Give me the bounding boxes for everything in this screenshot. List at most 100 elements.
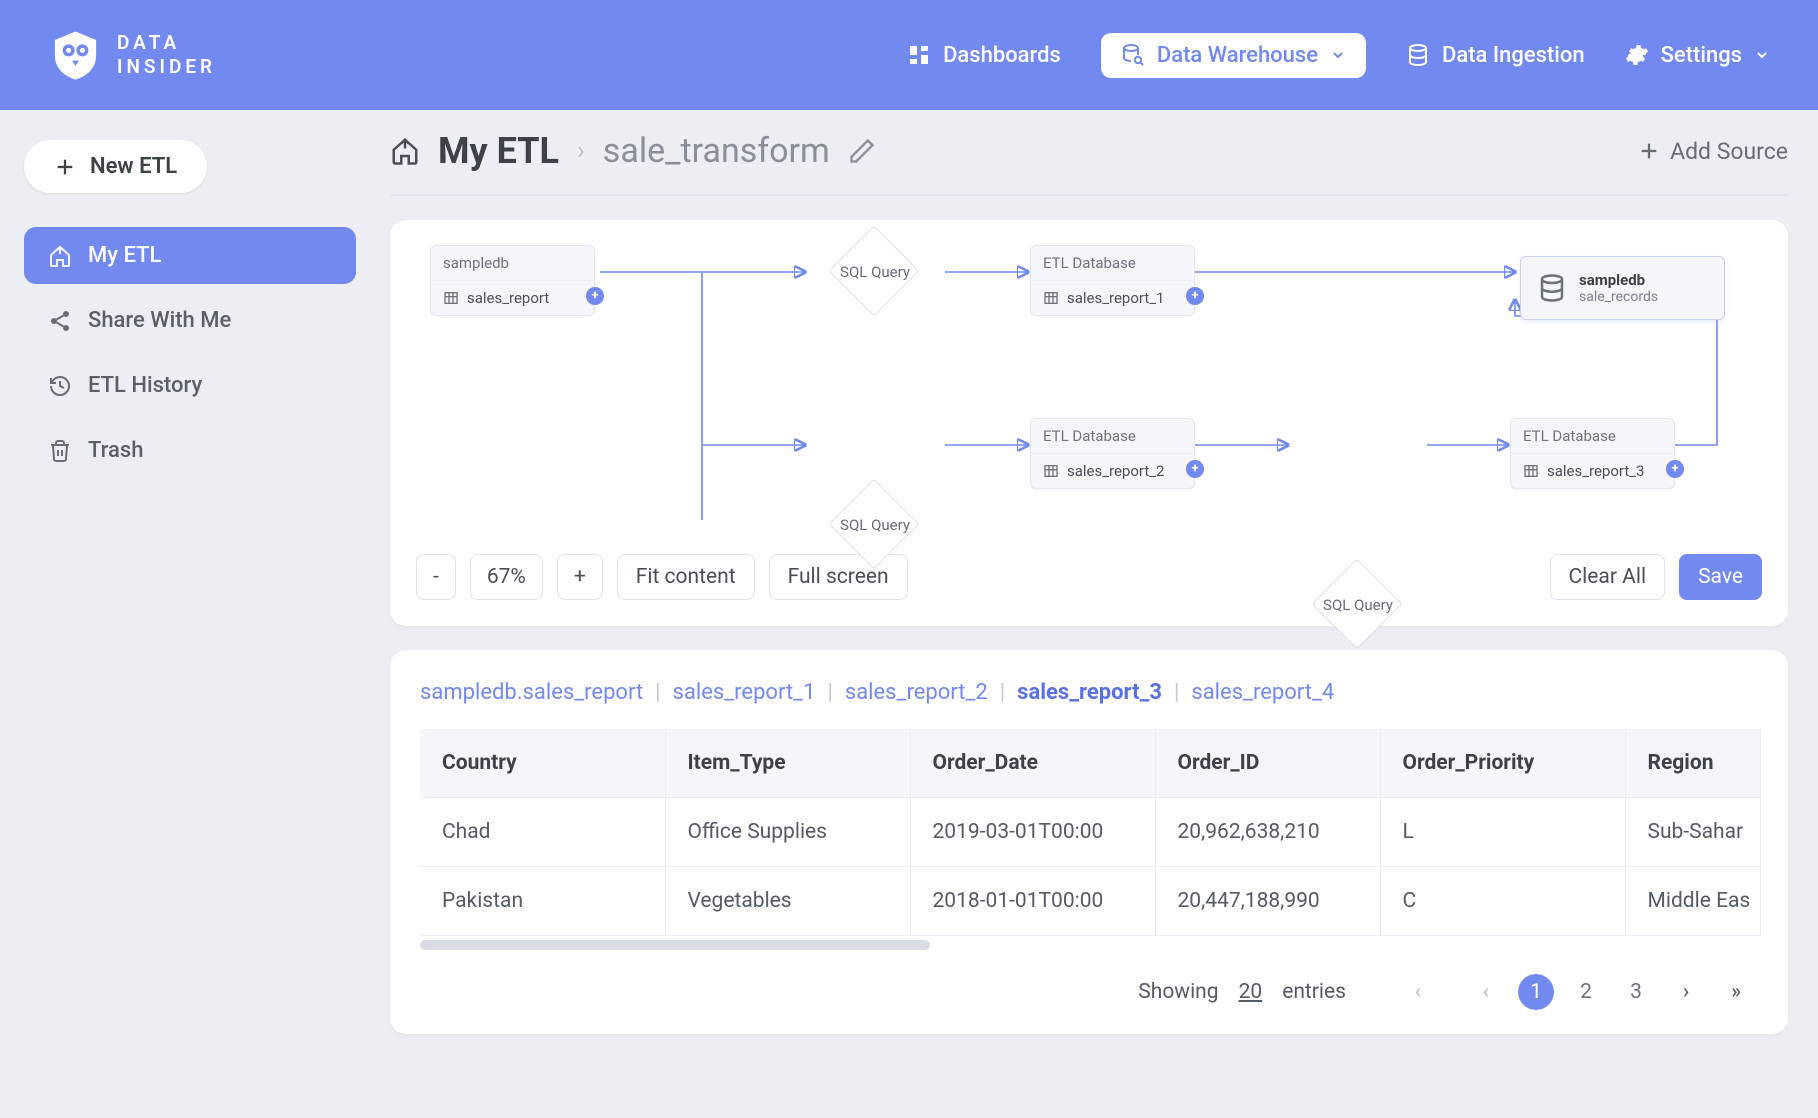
nav-dashboards[interactable]: Dashboards xyxy=(907,43,1061,68)
sidebar-item-history-label: ETL History xyxy=(88,373,202,398)
owl-logo-icon xyxy=(48,28,103,83)
result-table-name: sale_records xyxy=(1579,289,1658,305)
chevron-down-icon xyxy=(1330,47,1346,63)
zoom-out-button[interactable]: - xyxy=(416,554,456,600)
tab-sales_report_1[interactable]: sales_report_1 xyxy=(673,680,816,705)
zoom-level[interactable]: 67% xyxy=(470,554,543,600)
sidebar-item-trash[interactable]: Trash xyxy=(24,422,356,479)
canvas-sql-query-2[interactable]: SQL Query xyxy=(805,485,945,565)
table-icon xyxy=(1523,463,1539,479)
tab-sales_report_3[interactable]: sales_report_3 xyxy=(1017,680,1162,705)
house-upload-icon xyxy=(48,244,72,268)
canvas-sql-query-1[interactable]: SQL Query xyxy=(805,232,945,312)
table-row[interactable]: PakistanVegetables2018-01-01T00:0020,447… xyxy=(420,867,1760,936)
sql-query-1-label: SQL Query xyxy=(805,232,945,312)
db3-table: sales_report_3 xyxy=(1547,462,1644,480)
col-header[interactable]: Item_Type xyxy=(665,729,910,798)
brand-line-1: DATA xyxy=(117,31,216,55)
breadcrumb-root[interactable]: My ETL xyxy=(438,130,559,172)
table-cell: Vegetables xyxy=(665,867,910,936)
table-row[interactable]: ChadOffice Supplies2019-03-01T00:0020,96… xyxy=(420,798,1760,867)
new-etl-label: New ETL xyxy=(90,154,177,179)
page-3[interactable]: 3 xyxy=(1618,974,1654,1010)
canvas-sql-query-3[interactable]: SQL Query xyxy=(1288,565,1428,645)
plus-icon xyxy=(1638,140,1660,162)
nav-data-warehouse[interactable]: Data Warehouse xyxy=(1101,33,1366,78)
sql-query-2-label: SQL Query xyxy=(805,485,945,565)
db1-title: ETL Database xyxy=(1031,246,1194,281)
page-prev-2[interactable]: ‹ xyxy=(1468,974,1504,1010)
table-cell: L xyxy=(1380,798,1625,867)
page-prev[interactable]: ‹ xyxy=(1400,974,1436,1010)
col-header[interactable]: Region xyxy=(1625,729,1760,798)
nav-data-ingestion[interactable]: Data Ingestion xyxy=(1406,43,1585,68)
share-nodes-icon xyxy=(48,309,72,333)
sidebar-item-history[interactable]: ETL History xyxy=(24,357,356,414)
tab-separator: | xyxy=(1174,680,1179,705)
table-cell: C xyxy=(1380,867,1625,936)
sidebar-item-share[interactable]: Share With Me xyxy=(24,292,356,349)
breadcrumb: My ETL › sale_transform Add Source xyxy=(390,130,1788,196)
table-icon xyxy=(1043,290,1059,306)
add-connector-dot[interactable]: + xyxy=(1186,460,1204,478)
canvas-db2-node[interactable]: ETL Database sales_report_2 xyxy=(1030,418,1195,489)
col-header[interactable]: Order_Date xyxy=(910,729,1155,798)
etl-canvas[interactable]: sampledb sales_report + SQL Query ETL Da… xyxy=(390,220,1788,540)
canvas-db1-node[interactable]: ETL Database sales_report_1 xyxy=(1030,245,1195,316)
nav-dashboards-label: Dashboards xyxy=(943,43,1061,68)
breadcrumb-separator: › xyxy=(577,136,585,166)
results-table: CountryItem_TypeOrder_DateOrder_IDOrder_… xyxy=(420,729,1761,936)
showing-prefix: Showing xyxy=(1138,980,1218,1004)
trash-icon xyxy=(48,439,72,463)
table-cell: Chad xyxy=(420,798,665,867)
nav-settings[interactable]: Settings xyxy=(1625,43,1770,68)
tab-separator: | xyxy=(827,680,832,705)
canvas-result-node[interactable]: sampledb sale_records xyxy=(1520,256,1725,320)
table-cell: Middle Eas xyxy=(1625,867,1760,936)
col-header[interactable]: Order_ID xyxy=(1155,729,1380,798)
db3-title: ETL Database xyxy=(1511,419,1674,454)
tab-separator: | xyxy=(1000,680,1005,705)
nav-data-warehouse-label: Data Warehouse xyxy=(1157,43,1318,68)
tab-sampledb-sales_report[interactable]: sampledb.sales_report xyxy=(420,680,643,705)
add-connector-dot[interactable]: + xyxy=(1666,460,1684,478)
pencil-icon[interactable] xyxy=(848,137,876,165)
page-next[interactable]: › xyxy=(1668,974,1704,1010)
save-button[interactable]: Save xyxy=(1679,554,1762,600)
page-last[interactable]: » xyxy=(1718,974,1754,1010)
tab-sales_report_4[interactable]: sales_report_4 xyxy=(1191,680,1334,705)
db1-table: sales_report_1 xyxy=(1067,289,1164,307)
tab-separator: | xyxy=(655,680,660,705)
sql-query-3-label: SQL Query xyxy=(1288,565,1428,645)
canvas-db3-node[interactable]: ETL Database sales_report_3 xyxy=(1510,418,1675,489)
clear-all-button[interactable]: Clear All xyxy=(1550,554,1666,600)
source-db-name: sampledb xyxy=(431,246,594,281)
fit-content-button[interactable]: Fit content xyxy=(617,554,755,600)
sidebar-item-my-etl-label: My ETL xyxy=(88,243,161,268)
db2-table: sales_report_2 xyxy=(1067,462,1164,480)
zoom-in-button[interactable]: + xyxy=(557,554,603,600)
new-etl-button[interactable]: New ETL xyxy=(24,140,207,193)
page-1[interactable]: 1 xyxy=(1518,974,1554,1010)
result-db-name: sampledb xyxy=(1579,271,1658,289)
page-2[interactable]: 2 xyxy=(1568,974,1604,1010)
table-cell: 2018-01-01T00:00 xyxy=(910,867,1155,936)
table-cell: Pakistan xyxy=(420,867,665,936)
add-connector-dot[interactable]: + xyxy=(586,287,604,305)
col-header[interactable]: Country xyxy=(420,729,665,798)
table-icon xyxy=(1043,463,1059,479)
database-icon xyxy=(1406,43,1430,67)
canvas-source-node[interactable]: sampledb sales_report xyxy=(430,245,595,316)
entries-count[interactable]: 20 xyxy=(1239,980,1263,1004)
table-cell: 20,447,188,990 xyxy=(1155,867,1380,936)
add-connector-dot[interactable]: + xyxy=(1186,287,1204,305)
add-source-button[interactable]: Add Source xyxy=(1638,138,1788,165)
sidebar-item-my-etl[interactable]: My ETL xyxy=(24,227,356,284)
table-cell: 20,962,638,210 xyxy=(1155,798,1380,867)
tab-sales_report_2[interactable]: sales_report_2 xyxy=(845,680,988,705)
db2-title: ETL Database xyxy=(1031,419,1194,454)
horizontal-scrollbar[interactable] xyxy=(420,940,930,950)
col-header[interactable]: Order_Priority xyxy=(1380,729,1625,798)
history-icon xyxy=(48,374,72,398)
source-table-name: sales_report xyxy=(467,289,549,307)
